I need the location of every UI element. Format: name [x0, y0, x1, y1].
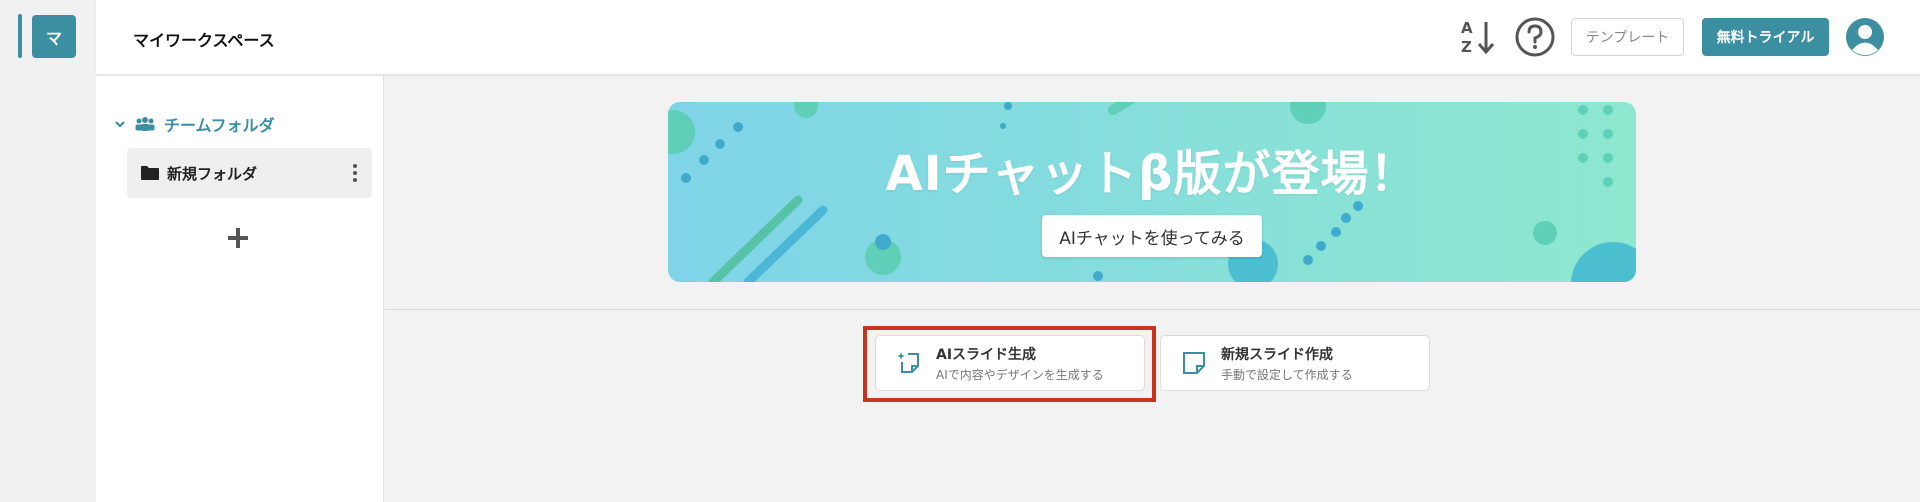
ai-chat-banner[interactable]: AIチャットβ版が登場！ AIチャットを使ってみる: [668, 102, 1636, 282]
ai-slide-subtitle: AIで内容やデザインを生成する: [936, 367, 1104, 382]
user-avatar[interactable]: [1845, 17, 1885, 57]
more-vert-icon[interactable]: [352, 163, 358, 183]
help-button[interactable]: [1514, 16, 1556, 58]
svg-text:Z: Z: [1461, 38, 1472, 56]
new-slide-create-button[interactable]: 新規スライド作成 手動で設定して作成する: [1160, 335, 1430, 391]
team-icon: [135, 117, 155, 131]
plus-icon: [228, 228, 248, 248]
user-avatar-icon: [1846, 18, 1884, 56]
top-header: マイワークスペース A Z テンプレート 無料トライアル: [96, 0, 1920, 75]
active-workspace-indicator: [18, 14, 22, 58]
ai-slide-generate-button[interactable]: AIスライド生成 AIで内容やデザインを生成する: [875, 335, 1145, 391]
team-folder-label: チームフォルダ: [164, 116, 275, 135]
sort-alpha-icon: A Z: [1461, 19, 1495, 56]
svg-text:A: A: [1461, 19, 1473, 37]
ai-slide-title: AIスライド生成: [936, 346, 1037, 363]
try-ai-chat-button[interactable]: AIチャットを使ってみる: [1042, 215, 1262, 257]
ai-slide-icon: [897, 352, 919, 373]
folder-label: 新規フォルダ: [167, 164, 258, 183]
folder-icon: [141, 166, 159, 180]
page-title: マイワークスペース: [133, 31, 275, 50]
chevron-down-icon: [115, 121, 125, 128]
add-folder-button[interactable]: [222, 222, 254, 254]
workspace-button[interactable]: マ: [32, 15, 76, 58]
new-slide-title: 新規スライド作成: [1221, 346, 1333, 363]
sort-button[interactable]: A Z: [1458, 17, 1498, 57]
workspace-rail: マ: [0, 0, 96, 502]
sidebar-folder-item[interactable]: 新規フォルダ: [127, 148, 372, 198]
banner-title: AIチャットβ版が登場！: [885, 146, 1419, 202]
new-slide-subtitle: 手動で設定して作成する: [1221, 367, 1353, 382]
folder-sidebar: チームフォルダ 新規フォルダ: [96, 76, 384, 502]
section-divider: [385, 309, 1920, 310]
template-button[interactable]: テンプレート: [1571, 18, 1684, 56]
team-folder-toggle[interactable]: チームフォルダ: [114, 112, 275, 136]
new-slide-icon: [1183, 352, 1205, 374]
help-icon: [1515, 17, 1555, 57]
free-trial-button[interactable]: 無料トライアル: [1702, 18, 1829, 56]
